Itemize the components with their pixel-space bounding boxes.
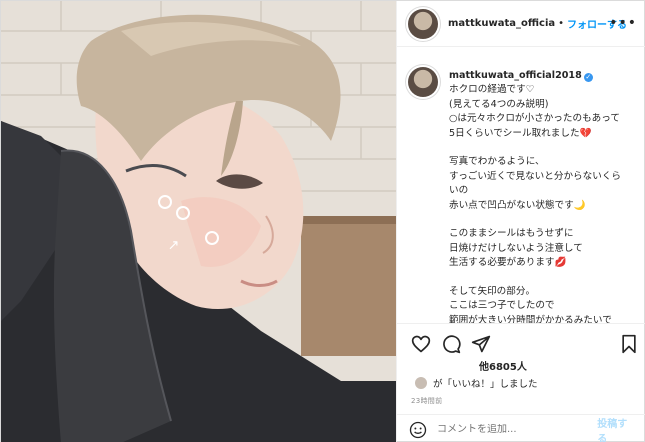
caption-line: すっごい近くで見ないと分からないくら <box>449 170 622 182</box>
caption-line: いの <box>449 185 469 197</box>
caption-area: mattkuwata_official2018 ✓ ホクロの経過です♡ (見えてる… <box>397 53 645 323</box>
caption-line: ここは三つ子でしたので <box>449 300 555 312</box>
comment-input[interactable] <box>437 424 598 435</box>
avatar[interactable] <box>408 8 438 39</box>
mole-circle-mark <box>176 206 190 220</box>
mole-circle-mark <box>205 231 219 245</box>
liked-by-label: が「いいね！」しました <box>433 379 538 390</box>
share-icon[interactable] <box>471 334 491 354</box>
header-separator: • <box>558 18 565 29</box>
heart-icon[interactable] <box>411 334 431 354</box>
caption-line: そして矢印の部分。 <box>449 286 536 298</box>
caption-line: 写真でわかるように、 <box>449 156 545 168</box>
caption-body: mattkuwata_official2018 ✓ ホクロの経過です♡ (見えてる… <box>449 69 641 323</box>
post-comment-button[interactable]: 投稿する <box>597 415 635 442</box>
comment-icon[interactable] <box>441 334 461 354</box>
caption-line: このままシールはもうせずに <box>449 228 574 240</box>
caption-username[interactable]: mattkuwata_official2018 <box>449 70 582 81</box>
more-options-icon[interactable]: ••• <box>609 15 637 31</box>
caption-gap <box>449 213 641 227</box>
post-side-panel: mattkuwata_officia • フォローする ••• mattkuwa… <box>396 1 645 442</box>
caption-line: 5日くらいでシール取れました💔 <box>449 127 592 139</box>
caption-gap <box>449 271 641 285</box>
liked-by-text: が「いいね！」しました <box>415 376 538 390</box>
post-photo[interactable]: ↑ <box>1 1 396 442</box>
caption-line: ホクロの経過です♡ <box>449 84 535 96</box>
instagram-post: ↑ mattkuwata_officia • フォローする ••• mattku… <box>0 0 645 442</box>
verified-badge-icon: ✓ <box>583 73 593 82</box>
caption-line: (見えてる4つのみ説明) <box>449 98 549 110</box>
likes-count[interactable]: 他6805人 <box>479 358 527 373</box>
comment-box: 投稿する <box>397 414 645 442</box>
caption-avatar[interactable] <box>408 67 438 97</box>
caption-gap <box>449 141 641 155</box>
mole-circle-mark <box>158 195 172 209</box>
post-header: mattkuwata_officia • フォローする ••• <box>397 1 645 47</box>
caption-line: ○は元々ホクロが小さかったのもあって <box>449 113 620 125</box>
caption-line: 赤い点で凹凸がない状態です🌙 <box>449 199 586 211</box>
caption-line: 日焼けだけしないよう注意して <box>449 242 583 254</box>
header-username[interactable]: mattkuwata_officia <box>448 18 555 29</box>
selfie-illustration <box>1 1 396 442</box>
caption-line: 生活する必要があります💋 <box>449 257 567 269</box>
post-timestamp[interactable]: 23時間前 <box>411 396 442 406</box>
post-actions: 他6805人 が「いいね！」しました 23時間前 投稿する <box>397 323 645 442</box>
emoji-icon[interactable] <box>409 421 427 439</box>
bookmark-icon[interactable] <box>619 334 639 354</box>
caption-line: 範囲が大きい分時間がかかるみたいで <box>449 314 612 323</box>
liker-avatar[interactable] <box>415 377 427 389</box>
